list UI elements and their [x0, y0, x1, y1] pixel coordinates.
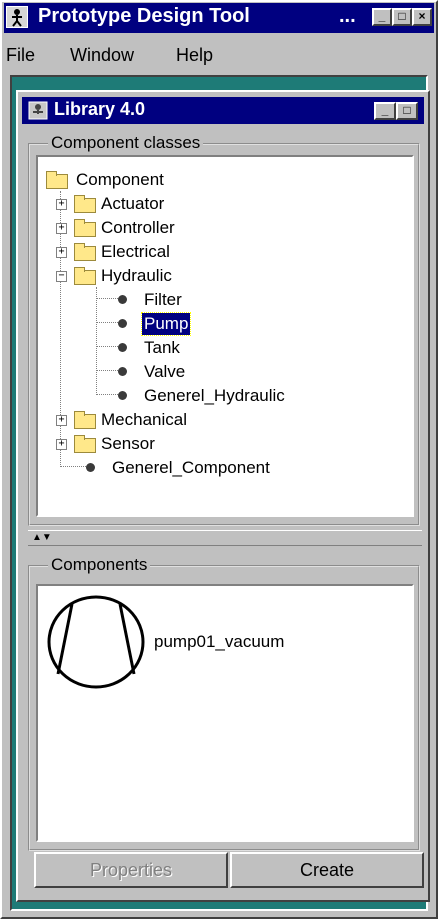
collapse-icon[interactable]: −	[56, 271, 67, 282]
leaf-icon	[118, 367, 127, 376]
figure-icon[interactable]	[6, 6, 28, 28]
maximize-button[interactable]: □	[392, 8, 412, 26]
tree-node-label: Generel_Hydraulic	[144, 386, 285, 405]
menu-file[interactable]: File	[6, 45, 35, 66]
leaf-icon	[118, 295, 127, 304]
maximize-icon: □	[398, 9, 406, 23]
tree-node-label-selected: Pump	[140, 312, 192, 336]
library-minimize-button[interactable]: _	[374, 102, 396, 120]
leaf-icon	[118, 391, 127, 400]
close-icon: ×	[418, 9, 426, 23]
tree-line	[96, 287, 97, 395]
expand-icon[interactable]: +	[56, 415, 67, 426]
tree-node-label: Sensor	[101, 434, 155, 453]
library-icon	[28, 101, 48, 120]
minimize-button[interactable]: _	[372, 8, 392, 26]
tree-node-label: Tank	[144, 338, 180, 357]
open-folder-icon	[74, 267, 96, 285]
leaf-icon	[118, 343, 127, 352]
expand-icon[interactable]: +	[56, 439, 67, 450]
tree-line	[96, 298, 118, 299]
splitter[interactable]: ▲▼	[28, 530, 422, 546]
menu-bar: File Window Help	[4, 37, 434, 67]
tree-line	[96, 394, 118, 395]
close-button[interactable]: ×	[412, 8, 432, 26]
components-list[interactable]: pump01_vacuum	[36, 584, 414, 842]
components-label: Components	[48, 555, 151, 575]
open-folder-icon	[46, 171, 68, 189]
component-name: pump01_vacuum	[154, 632, 285, 651]
library-maximize-button[interactable]: □	[396, 102, 418, 120]
tree-node-label: Component	[76, 170, 164, 189]
tree-line	[96, 322, 118, 323]
library-title: Library 4.0	[54, 99, 146, 119]
expand-icon[interactable]: +	[56, 199, 67, 210]
tree-line	[96, 370, 118, 371]
app-titlebar[interactable]: Prototype Design Tool ... _ □ ×	[4, 3, 434, 33]
folder-icon	[74, 219, 96, 237]
tree-node-label: Mechanical	[101, 410, 187, 429]
pump-symbol-icon	[47, 595, 145, 689]
tree-node-label: Controller	[101, 218, 175, 237]
create-button[interactable]: Create	[230, 852, 424, 888]
tree-node-label: Generel_Component	[112, 458, 270, 477]
tree-node-label: Filter	[144, 290, 182, 309]
component-classes-label: Component classes	[48, 133, 204, 153]
folder-icon	[74, 195, 96, 213]
title-ellipsis: ...	[339, 5, 356, 27]
minimize-icon: _	[381, 103, 389, 117]
tree-node-label: Actuator	[101, 194, 165, 213]
minimize-icon: _	[378, 9, 386, 23]
app-title: Prototype Design Tool	[38, 5, 250, 27]
menu-help[interactable]: Help	[176, 45, 213, 66]
leaf-icon	[118, 319, 127, 328]
expand-icon[interactable]: +	[56, 223, 67, 234]
expand-icon[interactable]: +	[56, 247, 67, 258]
component-tree[interactable]: Component + Actuator + Controller + Elec…	[36, 155, 414, 517]
maximize-icon: □	[403, 103, 411, 117]
tree-node-label: Hydraulic	[101, 266, 172, 285]
splitter-arrows-icon[interactable]: ▲▼	[32, 531, 52, 545]
component-item[interactable]: pump01_vacuum	[44, 592, 404, 692]
folder-icon	[74, 243, 96, 261]
menu-window[interactable]: Window	[70, 45, 134, 66]
leaf-icon	[86, 463, 95, 472]
library-titlebar[interactable]: Library 4.0 _ □	[22, 97, 424, 124]
properties-button[interactable]: Properties	[34, 852, 228, 888]
tree-node-label: Electrical	[101, 242, 170, 261]
tree-line	[96, 346, 118, 347]
tree-line	[60, 466, 86, 467]
tree-node-label: Valve	[144, 362, 186, 381]
folder-icon	[74, 411, 96, 429]
folder-icon	[74, 435, 96, 453]
